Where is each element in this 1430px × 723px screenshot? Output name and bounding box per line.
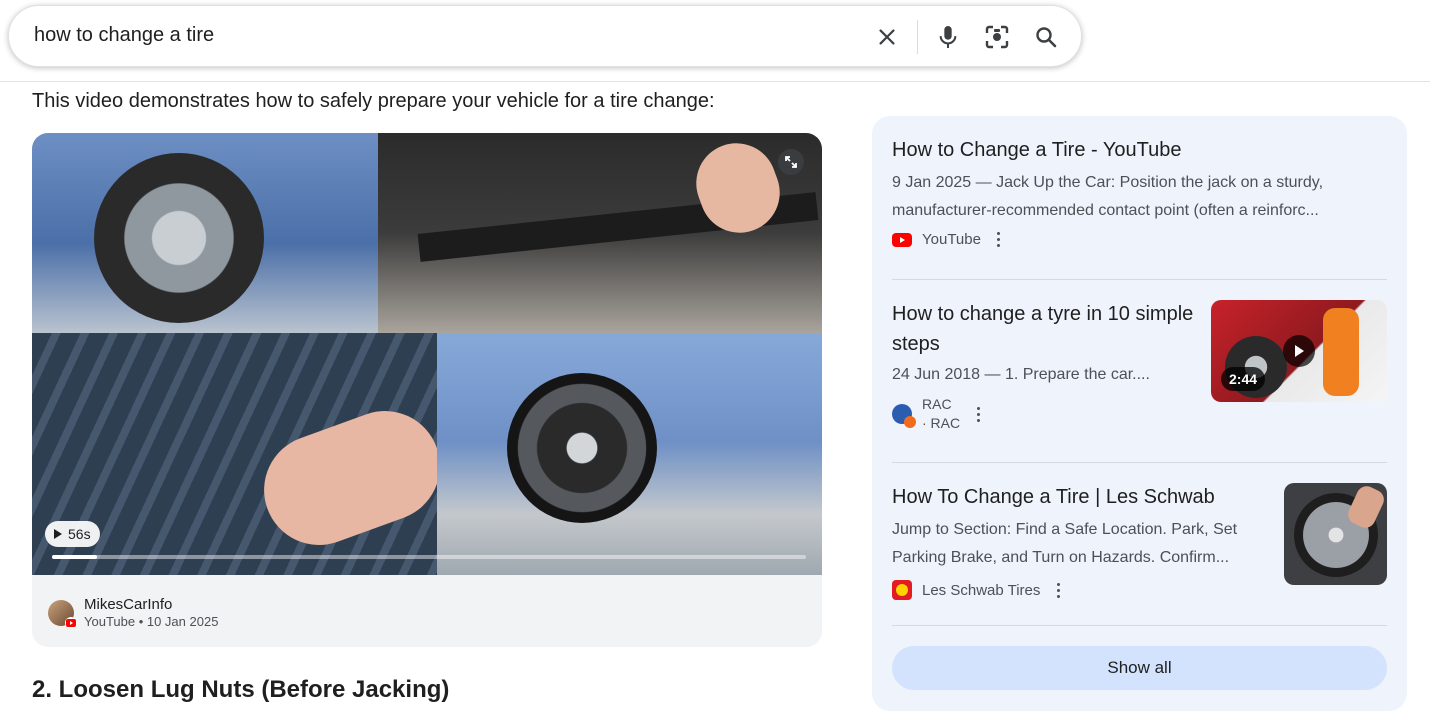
divider <box>892 279 1387 280</box>
result-source-name: Les Schwab Tires <box>922 581 1041 599</box>
video-thumbnail[interactable]: 56s <box>32 133 822 575</box>
expand-icon[interactable] <box>778 149 804 175</box>
result-snippet: Jump to Section: Find a Safe Location. P… <box>892 521 1238 538</box>
intro-text: This video demonstrates how to safely pr… <box>32 90 715 112</box>
play-icon <box>54 529 62 539</box>
search-header: how to change a tire <box>0 0 1430 82</box>
search-box[interactable]: how to change a tire <box>8 5 1082 67</box>
youtube-badge-icon <box>65 617 77 629</box>
thumb-duration: 2:44 <box>1221 367 1266 391</box>
microphone-icon[interactable] <box>934 23 962 51</box>
result-snippet-2: manufacturer-recommended contact point (… <box>892 202 1319 219</box>
video-card[interactable]: 56s MikesCarInfo YouTube • 10 Jan 2025 <box>32 133 822 647</box>
result-item[interactable]: How to Change a Tire - YouTube 9 Jan 202… <box>892 135 1387 248</box>
search-input[interactable]: how to change a tire <box>34 24 214 47</box>
result-source: YouTube <box>892 231 1387 248</box>
result-title[interactable]: How to change a tyre in 10 simple <box>892 299 1202 329</box>
youtube-icon <box>892 232 912 247</box>
clear-icon[interactable] <box>873 23 901 51</box>
show-all-button[interactable]: Show all <box>892 646 1387 690</box>
play-icon[interactable] <box>1283 335 1315 367</box>
more-options-icon[interactable] <box>991 232 1007 247</box>
thumb-car-jack <box>378 133 822 333</box>
result-snippet: 24 Jun 2018 — 1. Prepare the car.... <box>892 366 1150 383</box>
search-icon[interactable] <box>1032 23 1060 51</box>
video-results-panel: How to Change a Tire - YouTube 9 Jan 202… <box>872 116 1407 711</box>
result-source-sub: · RAC <box>922 415 961 431</box>
result-title[interactable]: How To Change a Tire | Les Schwab <box>892 482 1282 512</box>
thumb-spare-tire <box>437 333 822 575</box>
more-options-icon[interactable] <box>970 406 986 422</box>
video-progress-bar[interactable] <box>52 555 806 559</box>
divider <box>892 462 1387 463</box>
divider <box>892 625 1387 626</box>
rac-icon <box>892 404 916 428</box>
result-item[interactable]: How To Change a Tire | Les Schwab Jump t… <box>892 482 1282 600</box>
video-duration[interactable]: 56s <box>45 521 100 547</box>
thumb-car-wheel <box>32 133 378 333</box>
video-progress-fill <box>52 555 98 559</box>
result-source-name: RAC <box>922 396 952 412</box>
lens-camera-icon[interactable] <box>983 23 1011 51</box>
search-divider <box>917 20 918 54</box>
result-source-name: YouTube <box>922 231 981 248</box>
result-source: RAC · RAC <box>892 395 1202 433</box>
video-channel[interactable]: MikesCarInfo YouTube • 10 Jan 2025 <box>48 596 218 630</box>
channel-avatar <box>48 600 77 629</box>
channel-meta: YouTube • 10 Jan 2025 <box>84 614 219 629</box>
video-duration-label: 56s <box>68 526 91 542</box>
les-schwab-icon <box>892 580 912 600</box>
result-item[interactable]: How to change a tyre in 10 simple steps … <box>892 299 1202 433</box>
channel-name: MikesCarInfo <box>84 596 173 613</box>
result-snippet-2: Parking Brake, and Turn on Hazards. Conf… <box>892 549 1230 566</box>
step-heading: 2. Loosen Lug Nuts (Before Jacking) <box>32 676 450 703</box>
result-thumbnail[interactable]: 2:44 <box>1211 300 1387 402</box>
more-options-icon[interactable] <box>1050 582 1066 598</box>
result-snippet: 9 Jan 2025 — Jack Up the Car: Position t… <box>892 174 1324 191</box>
result-title[interactable]: How to Change a Tire - YouTube <box>892 135 1387 165</box>
result-title-2[interactable]: steps <box>892 329 1202 359</box>
result-thumbnail[interactable] <box>1284 483 1387 585</box>
result-source: Les Schwab Tires <box>892 580 1282 600</box>
